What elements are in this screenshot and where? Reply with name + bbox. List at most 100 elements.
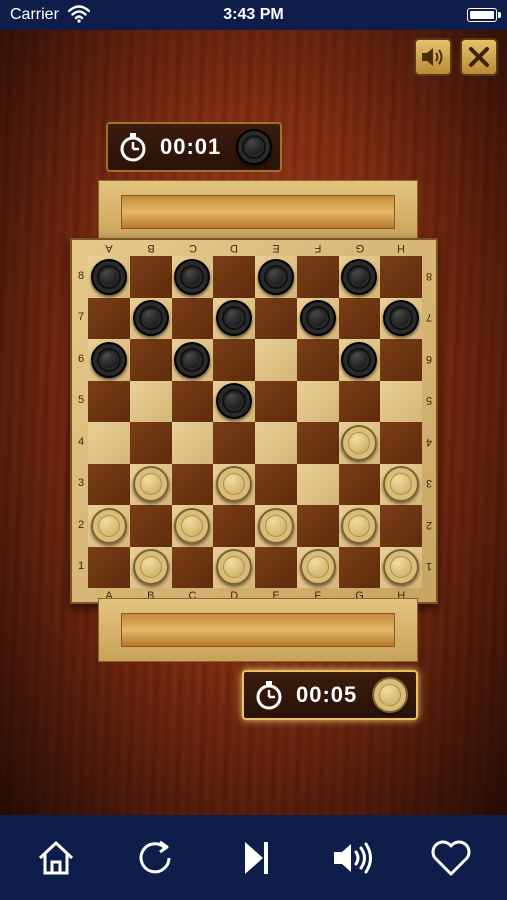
close-icon [469, 47, 489, 67]
black-piece-E8[interactable] [257, 258, 294, 295]
square-E7[interactable] [255, 297, 297, 339]
square-D6[interactable] [213, 339, 255, 381]
square-G7[interactable] [338, 297, 381, 339]
square-H5[interactable] [380, 380, 422, 422]
square-H4[interactable] [380, 422, 422, 464]
home-button[interactable] [31, 833, 81, 883]
black-piece-A6[interactable] [90, 341, 127, 378]
opponent-timer: 00:01 [106, 122, 282, 172]
checkers-board: AABBCCDDEEFFGGHH8877665544332211 [70, 238, 438, 604]
volume-button[interactable] [328, 833, 378, 883]
file-label: H [397, 242, 406, 254]
square-A7[interactable] [88, 297, 130, 339]
file-label: A [105, 242, 113, 254]
rank-label: 2 [77, 518, 85, 531]
square-B2[interactable] [129, 505, 172, 547]
status-bar: Carrier 3:43 PM [0, 0, 507, 30]
rank-label: 2 [425, 518, 433, 531]
white-piece-E2[interactable] [257, 507, 294, 544]
square-A3[interactable] [88, 463, 130, 505]
black-piece-C8[interactable] [174, 258, 211, 295]
square-H8[interactable] [380, 256, 422, 298]
square-F4[interactable] [296, 422, 339, 464]
skip-icon [245, 842, 268, 874]
square-A4[interactable] [88, 422, 130, 464]
square-G1[interactable] [338, 546, 381, 588]
rank-label: 4 [425, 435, 433, 448]
square-E1[interactable] [255, 546, 297, 588]
file-label: F [314, 242, 322, 254]
file-label: G [355, 242, 364, 254]
square-B6[interactable] [129, 339, 172, 381]
square-E6[interactable] [255, 339, 297, 381]
stopwatch-icon [256, 681, 282, 710]
square-E5[interactable] [255, 380, 297, 422]
square-H2[interactable] [380, 505, 422, 547]
square-C1[interactable] [171, 546, 214, 588]
black-piece-G6[interactable] [341, 341, 378, 378]
square-F5[interactable] [296, 380, 339, 422]
square-D2[interactable] [213, 505, 255, 547]
square-B4[interactable] [129, 422, 172, 464]
square-F6[interactable] [296, 339, 339, 381]
square-B8[interactable] [129, 256, 172, 298]
file-label: D [230, 242, 239, 254]
restart-icon [139, 840, 171, 874]
rank-label: 5 [77, 394, 85, 407]
square-C4[interactable] [171, 422, 214, 464]
square-C5[interactable] [171, 380, 214, 422]
white-piece-B1[interactable] [132, 549, 169, 586]
file-label: C [188, 242, 197, 254]
volume-icon [334, 842, 372, 874]
rank-label: 1 [425, 560, 433, 573]
square-A5[interactable] [88, 380, 130, 422]
sound-toggle-button[interactable] [414, 38, 452, 76]
black-piece-C6[interactable] [174, 341, 211, 378]
square-A1[interactable] [88, 546, 130, 588]
square-F8[interactable] [296, 256, 339, 298]
square-E3[interactable] [255, 463, 297, 505]
white-piece-G2[interactable] [341, 507, 378, 544]
player-timer: 00:05 [242, 670, 418, 720]
white-piece-A2[interactable] [90, 507, 127, 544]
file-label: E [272, 242, 280, 254]
black-piece-G8[interactable] [341, 258, 378, 295]
black-piece-indicator [236, 129, 272, 165]
square-F2[interactable] [296, 505, 339, 547]
white-piece-F1[interactable] [299, 549, 336, 586]
square-E4[interactable] [255, 422, 297, 464]
favorite-button[interactable] [426, 833, 476, 883]
player-timer-value: 00:05 [296, 682, 358, 707]
white-piece-indicator [372, 677, 408, 713]
captured-tray-top [98, 180, 418, 244]
skip-button[interactable] [230, 833, 280, 883]
rank-label: 4 [77, 435, 85, 448]
captured-tray-bottom [98, 598, 418, 662]
black-piece-A8[interactable] [90, 258, 127, 295]
square-F3[interactable] [296, 463, 339, 505]
white-piece-G4[interactable] [341, 424, 378, 461]
restart-button[interactable] [130, 833, 180, 883]
white-piece-B3[interactable] [132, 466, 169, 503]
square-G5[interactable] [338, 380, 381, 422]
speaker-icon [422, 48, 443, 66]
square-C3[interactable] [171, 463, 214, 505]
rank-label: 3 [425, 477, 433, 490]
white-piece-C2[interactable] [174, 507, 211, 544]
close-button[interactable] [460, 38, 498, 76]
black-piece-B7[interactable] [132, 300, 169, 337]
square-G3[interactable] [338, 463, 381, 505]
black-piece-F7[interactable] [299, 300, 336, 337]
square-D4[interactable] [213, 422, 255, 464]
board-squares [88, 256, 422, 588]
square-D8[interactable] [213, 256, 255, 298]
square-C7[interactable] [171, 297, 214, 339]
square-H6[interactable] [380, 339, 422, 381]
rank-label: 5 [425, 394, 433, 407]
rank-label: 7 [425, 311, 433, 324]
square-B5[interactable] [129, 380, 172, 422]
stopwatch-icon [120, 133, 146, 162]
rank-label: 1 [77, 560, 85, 573]
home-icon [38, 841, 74, 875]
heart-icon [431, 840, 471, 876]
